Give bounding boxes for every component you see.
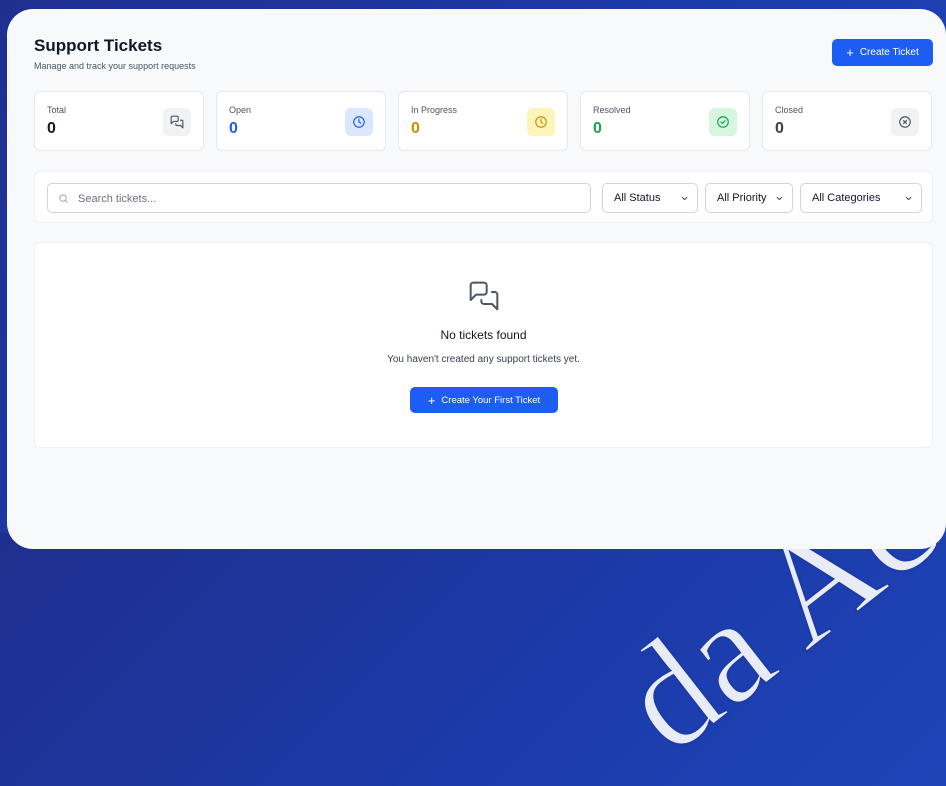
priority-select[interactable]: All Priority (705, 183, 793, 213)
create-first-ticket-button[interactable]: + Create Your First Ticket (410, 387, 558, 413)
stat-label: In Progress (411, 105, 458, 115)
stat-card-closed: Closed 0 (762, 91, 932, 151)
priority-select-value: All Priority (717, 192, 767, 204)
stat-label: Resolved (593, 105, 631, 115)
stat-value: 0 (411, 120, 420, 137)
filter-bar: All Status All Priority All Categories (34, 171, 933, 223)
main-panel: Support Tickets Manage and track your su… (7, 9, 946, 549)
create-first-ticket-label: Create Your First Ticket (441, 394, 541, 406)
stat-value: 0 (229, 120, 238, 137)
status-select[interactable]: All Status (602, 183, 698, 213)
check-circle-icon (709, 108, 737, 136)
empty-state-title: No tickets found (440, 328, 527, 342)
plus-icon: + (846, 45, 854, 60)
clock-icon (527, 108, 555, 136)
x-circle-icon (891, 108, 919, 136)
search-icon (59, 194, 68, 203)
clock-icon (345, 108, 373, 136)
search-input[interactable] (76, 184, 580, 214)
empty-state-description: You haven't created any support tickets … (387, 354, 580, 365)
stat-card-total: Total 0 (34, 91, 204, 151)
stat-label: Open (229, 105, 252, 115)
category-select[interactable]: All Categories (800, 183, 922, 213)
stat-card-in-progress: In Progress 0 (398, 91, 568, 151)
chevron-down-icon (905, 196, 912, 201)
create-ticket-button[interactable]: + Create Ticket (832, 39, 933, 66)
empty-state-card: No tickets found You haven't created any… (34, 242, 933, 448)
stat-label: Total (47, 105, 67, 115)
category-select-value: All Categories (812, 192, 881, 204)
stat-value: 0 (593, 120, 602, 137)
stat-label: Closed (775, 105, 804, 115)
chevron-down-icon (776, 196, 783, 201)
status-select-value: All Status (614, 192, 661, 204)
stat-value: 0 (47, 120, 56, 137)
message-icon (469, 281, 499, 311)
search-box[interactable] (47, 183, 591, 214)
page-title: Support Tickets (34, 36, 163, 55)
stat-card-resolved: Resolved 0 (580, 91, 750, 151)
message-icon (163, 108, 191, 136)
stat-value: 0 (775, 120, 784, 137)
create-ticket-label: Create Ticket (859, 47, 919, 58)
stat-card-open: Open 0 (216, 91, 386, 151)
plus-icon: + (427, 392, 436, 408)
page-subtitle: Manage and track your support requests (34, 61, 196, 71)
chevron-down-icon (681, 196, 688, 201)
stats-row: Total 0 Open 0 In Progress 0 Resolved 0 … (34, 91, 932, 151)
